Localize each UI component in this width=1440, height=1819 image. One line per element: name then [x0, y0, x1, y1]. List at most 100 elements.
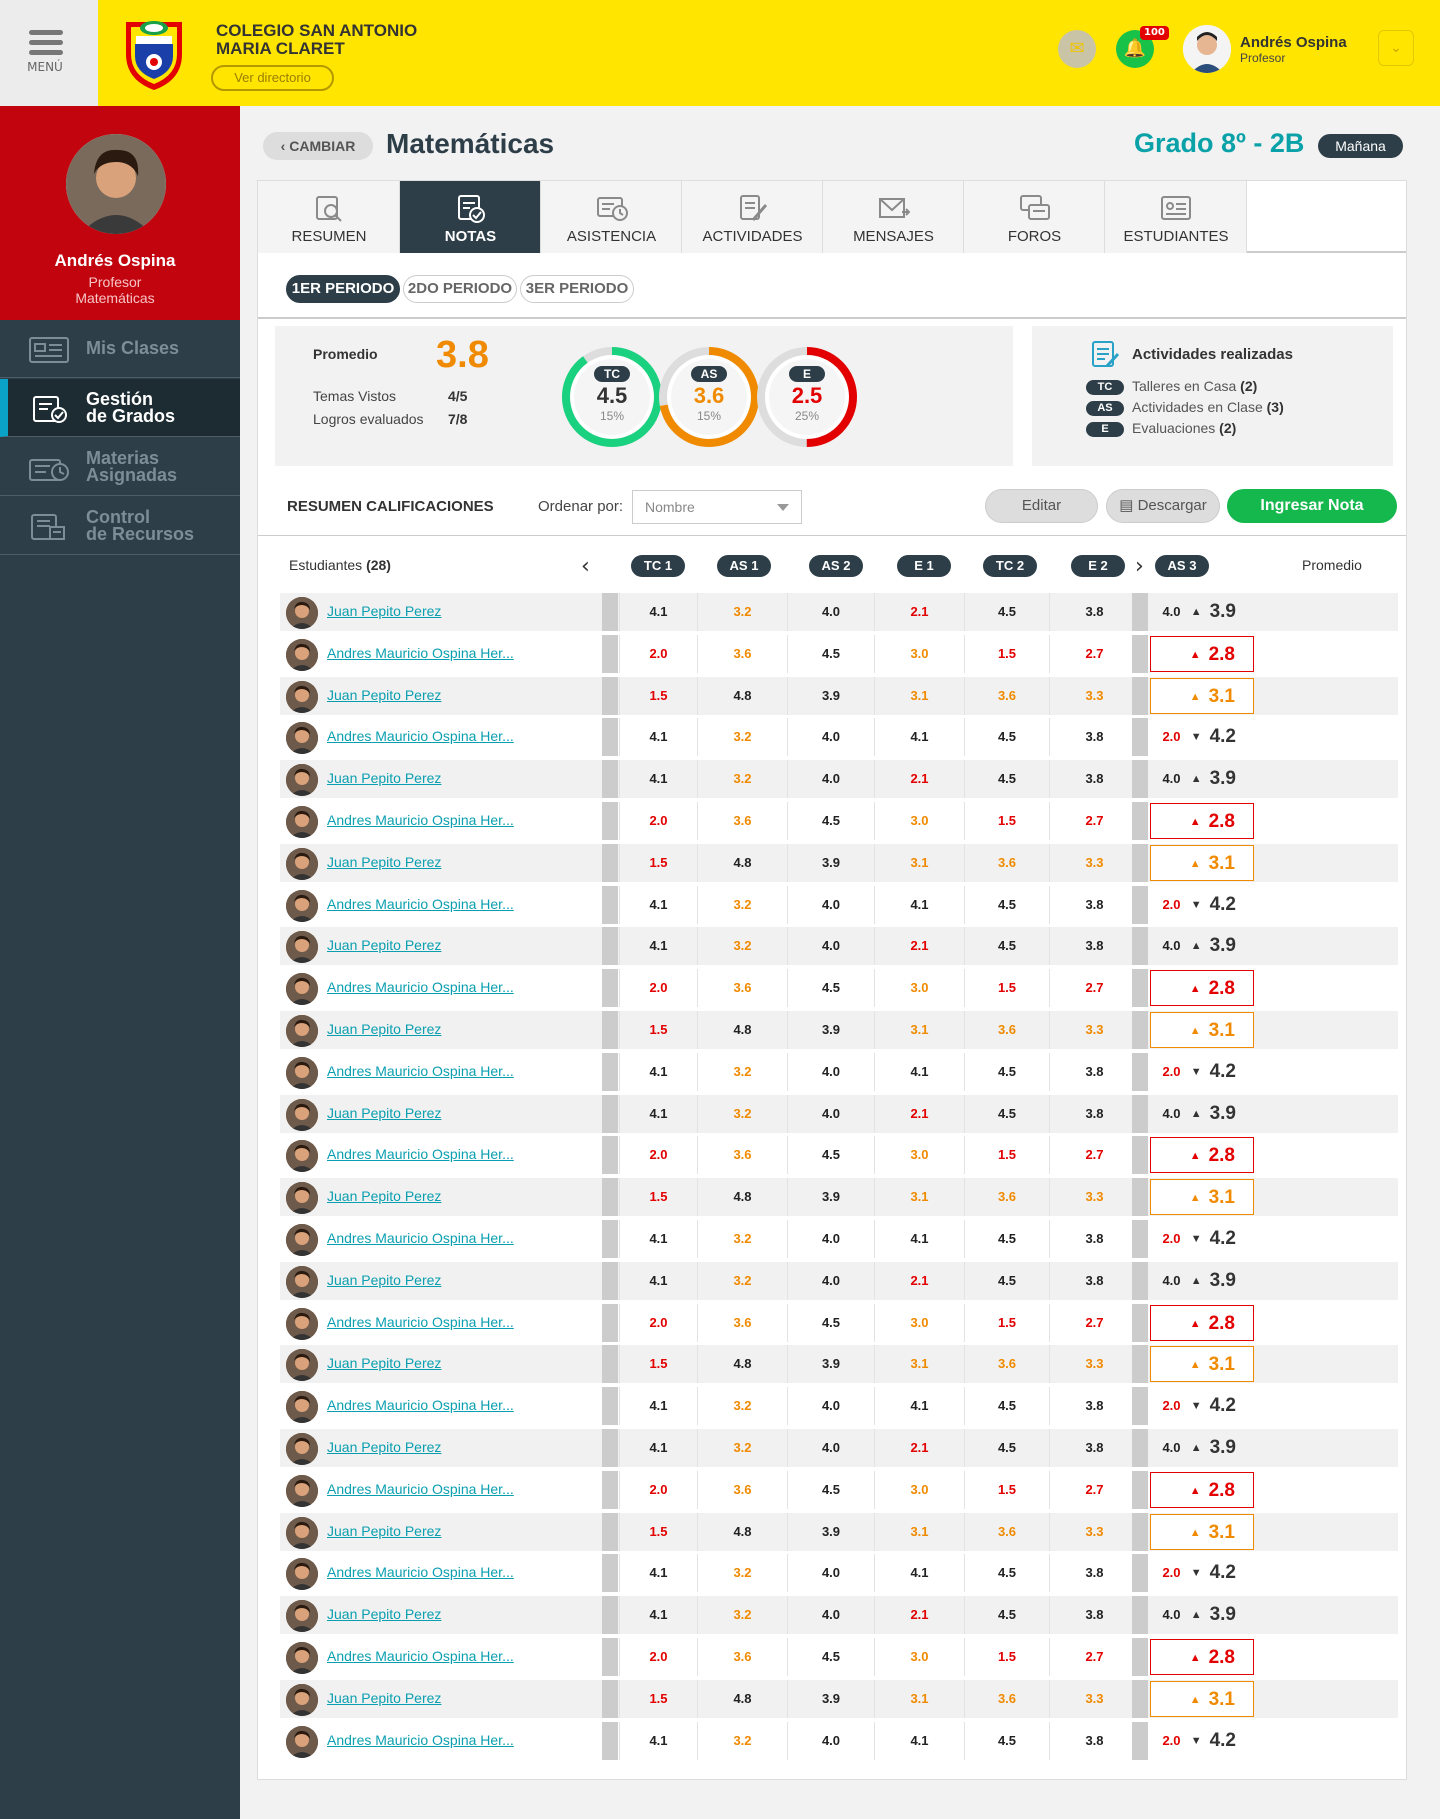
grade-cell[interactable]: 3.2	[697, 593, 787, 631]
change-subject-button[interactable]: ‹ CAMBIAR	[263, 132, 373, 160]
grade-cell[interactable]: 4.0	[787, 1261, 874, 1300]
tab-estudiantes[interactable]: ESTUDIANTES	[1105, 181, 1247, 253]
grade-cell[interactable]: 2.0	[619, 802, 697, 840]
grade-cell[interactable]: 2.1	[874, 1094, 964, 1133]
column-header[interactable]: AS 2	[809, 555, 863, 577]
grade-cell[interactable]: 3.6	[697, 1470, 787, 1509]
sidebar-item-materias-asignadas[interactable]: Materias Asignadas	[0, 438, 240, 496]
grade-cell[interactable]: 1.5	[964, 969, 1049, 1008]
grade-cell[interactable]: 3.8	[1049, 1721, 1139, 1760]
grade-cell[interactable]: 2.7	[1049, 634, 1139, 673]
grade-cell[interactable]: 4.5	[964, 760, 1049, 799]
column-header[interactable]: TC 2	[983, 555, 1037, 577]
student-name-link[interactable]: Juan Pepito Perez	[327, 1188, 441, 1204]
grade-cell[interactable]: 3.6	[697, 1136, 787, 1175]
grade-cell[interactable]: 2.0	[619, 634, 697, 673]
grade-cell[interactable]: 3.1	[874, 1011, 964, 1049]
grade-cell[interactable]: 3.2	[697, 885, 787, 924]
grade-cell[interactable]: 4.1	[874, 1387, 964, 1426]
grade-cell[interactable]: 4.1	[619, 1429, 697, 1467]
directory-button[interactable]: Ver directorio	[211, 65, 334, 91]
grade-cell[interactable]: 3.6	[697, 802, 787, 840]
grade-cell[interactable]: 3.8	[1049, 718, 1139, 757]
student-name-link[interactable]: Juan Pepito Perez	[327, 603, 441, 619]
grade-cell[interactable]: 2.7	[1049, 1638, 1139, 1676]
grade-cell[interactable]: 4.5	[787, 1470, 874, 1509]
grade-cell[interactable]: 4.5	[964, 1596, 1049, 1635]
grade-cell[interactable]: 3.1	[874, 1178, 964, 1217]
grade-cell[interactable]: 4.1	[619, 1052, 697, 1091]
sidebar-item-mis-clases[interactable]: Mis Clases	[0, 320, 240, 378]
grade-cell[interactable]: 4.0	[787, 760, 874, 799]
period-3[interactable]: 3ER PERIODO	[520, 275, 634, 303]
grade-cell[interactable]: 4.5	[964, 885, 1049, 924]
grade-cell[interactable]: 1.5	[619, 843, 697, 882]
add-grade-button[interactable]: Ingresar Nota	[1227, 489, 1397, 523]
grade-cell[interactable]: 4.5	[787, 1638, 874, 1676]
period-1[interactable]: 1ER PERIODO	[286, 275, 400, 303]
grade-cell[interactable]: 3.0	[874, 1470, 964, 1509]
grade-cell[interactable]: 4.0	[787, 1596, 874, 1635]
grade-cell[interactable]: 3.1	[874, 676, 964, 715]
grade-cell[interactable]: 3.8	[1049, 1220, 1139, 1258]
grade-cell[interactable]: 4.0	[787, 885, 874, 924]
grade-cell[interactable]: 4.0	[787, 1721, 874, 1760]
tab-resumen[interactable]: RESUMEN	[258, 181, 400, 253]
grade-cell[interactable]: 3.6	[964, 843, 1049, 882]
edit-button[interactable]: Editar	[985, 489, 1098, 523]
grade-cell[interactable]: 4.5	[964, 1554, 1049, 1593]
grade-cell[interactable]: 4.5	[964, 1094, 1049, 1133]
grade-cell[interactable]: 3.8	[1049, 1554, 1139, 1593]
grade-cell[interactable]: 3.6	[697, 634, 787, 673]
grade-cell[interactable]: 2.1	[874, 760, 964, 799]
grade-cell[interactable]: 4.5	[964, 1387, 1049, 1426]
grade-cell[interactable]: 3.0	[874, 1638, 964, 1676]
grade-cell[interactable]: 3.8	[1049, 1387, 1139, 1426]
column-header[interactable]: E 1	[897, 555, 951, 577]
grade-cell[interactable]: 3.6	[697, 1638, 787, 1676]
notifications-button[interactable]: 🔔 100	[1116, 26, 1169, 68]
mail-button[interactable]: ✉	[1058, 30, 1096, 68]
grade-cell[interactable]: 4.5	[964, 593, 1049, 631]
user-menu-dropdown[interactable]: ⌄	[1378, 30, 1414, 66]
student-name-link[interactable]: Juan Pepito Perez	[327, 1021, 441, 1037]
grade-cell[interactable]: 2.7	[1049, 1136, 1139, 1175]
period-2[interactable]: 2DO PERIODO	[403, 275, 517, 303]
grade-cell[interactable]: 2.7	[1049, 969, 1139, 1008]
tab-asistencia[interactable]: ASISTENCIA	[541, 181, 682, 253]
grade-cell[interactable]: 2.0	[619, 1470, 697, 1509]
student-name-link[interactable]: Andres Mauricio Ospina Her...	[327, 1314, 514, 1330]
grade-cell[interactable]: 3.2	[697, 927, 787, 966]
student-name-link[interactable]: Juan Pepito Perez	[327, 937, 441, 953]
grade-cell[interactable]: 1.5	[964, 634, 1049, 673]
grade-cell[interactable]: 2.7	[1049, 1303, 1139, 1342]
user-avatar[interactable]	[1183, 25, 1231, 73]
grade-cell[interactable]: 3.2	[697, 1052, 787, 1091]
grade-cell[interactable]: 3.2	[697, 1261, 787, 1300]
grade-cell[interactable]: 2.0	[619, 969, 697, 1008]
grade-cell[interactable]: 4.5	[964, 1220, 1049, 1258]
grade-cell[interactable]: 3.2	[697, 1387, 787, 1426]
student-name-link[interactable]: Juan Pepito Perez	[327, 687, 441, 703]
grade-cell[interactable]: 3.6	[964, 1512, 1049, 1551]
tab-actividades[interactable]: ACTIVIDADES	[682, 181, 823, 253]
grade-cell[interactable]: 3.3	[1049, 843, 1139, 882]
grade-cell[interactable]: 4.1	[619, 1596, 697, 1635]
student-name-link[interactable]: Andres Mauricio Ospina Her...	[327, 1146, 514, 1162]
grade-cell[interactable]: 4.1	[619, 1261, 697, 1300]
grade-cell[interactable]: 1.5	[964, 802, 1049, 840]
chevron-right-icon[interactable]: ›	[1135, 554, 1144, 579]
grade-cell[interactable]: 4.1	[874, 1721, 964, 1760]
grade-cell[interactable]: 3.9	[787, 1679, 874, 1718]
grade-cell[interactable]: 3.8	[1049, 1094, 1139, 1133]
grade-cell[interactable]: 3.6	[964, 676, 1049, 715]
grade-cell[interactable]: 2.1	[874, 927, 964, 966]
column-header[interactable]: E 2	[1071, 555, 1125, 577]
student-name-link[interactable]: Juan Pepito Perez	[327, 1523, 441, 1539]
grade-cell[interactable]: 3.2	[697, 1721, 787, 1760]
grade-cell[interactable]: 3.2	[697, 1429, 787, 1467]
grade-cell[interactable]: 4.0	[787, 593, 874, 631]
grade-cell[interactable]: 4.5	[964, 1052, 1049, 1091]
grade-cell[interactable]: 1.5	[964, 1303, 1049, 1342]
grade-cell[interactable]: 1.5	[619, 1512, 697, 1551]
